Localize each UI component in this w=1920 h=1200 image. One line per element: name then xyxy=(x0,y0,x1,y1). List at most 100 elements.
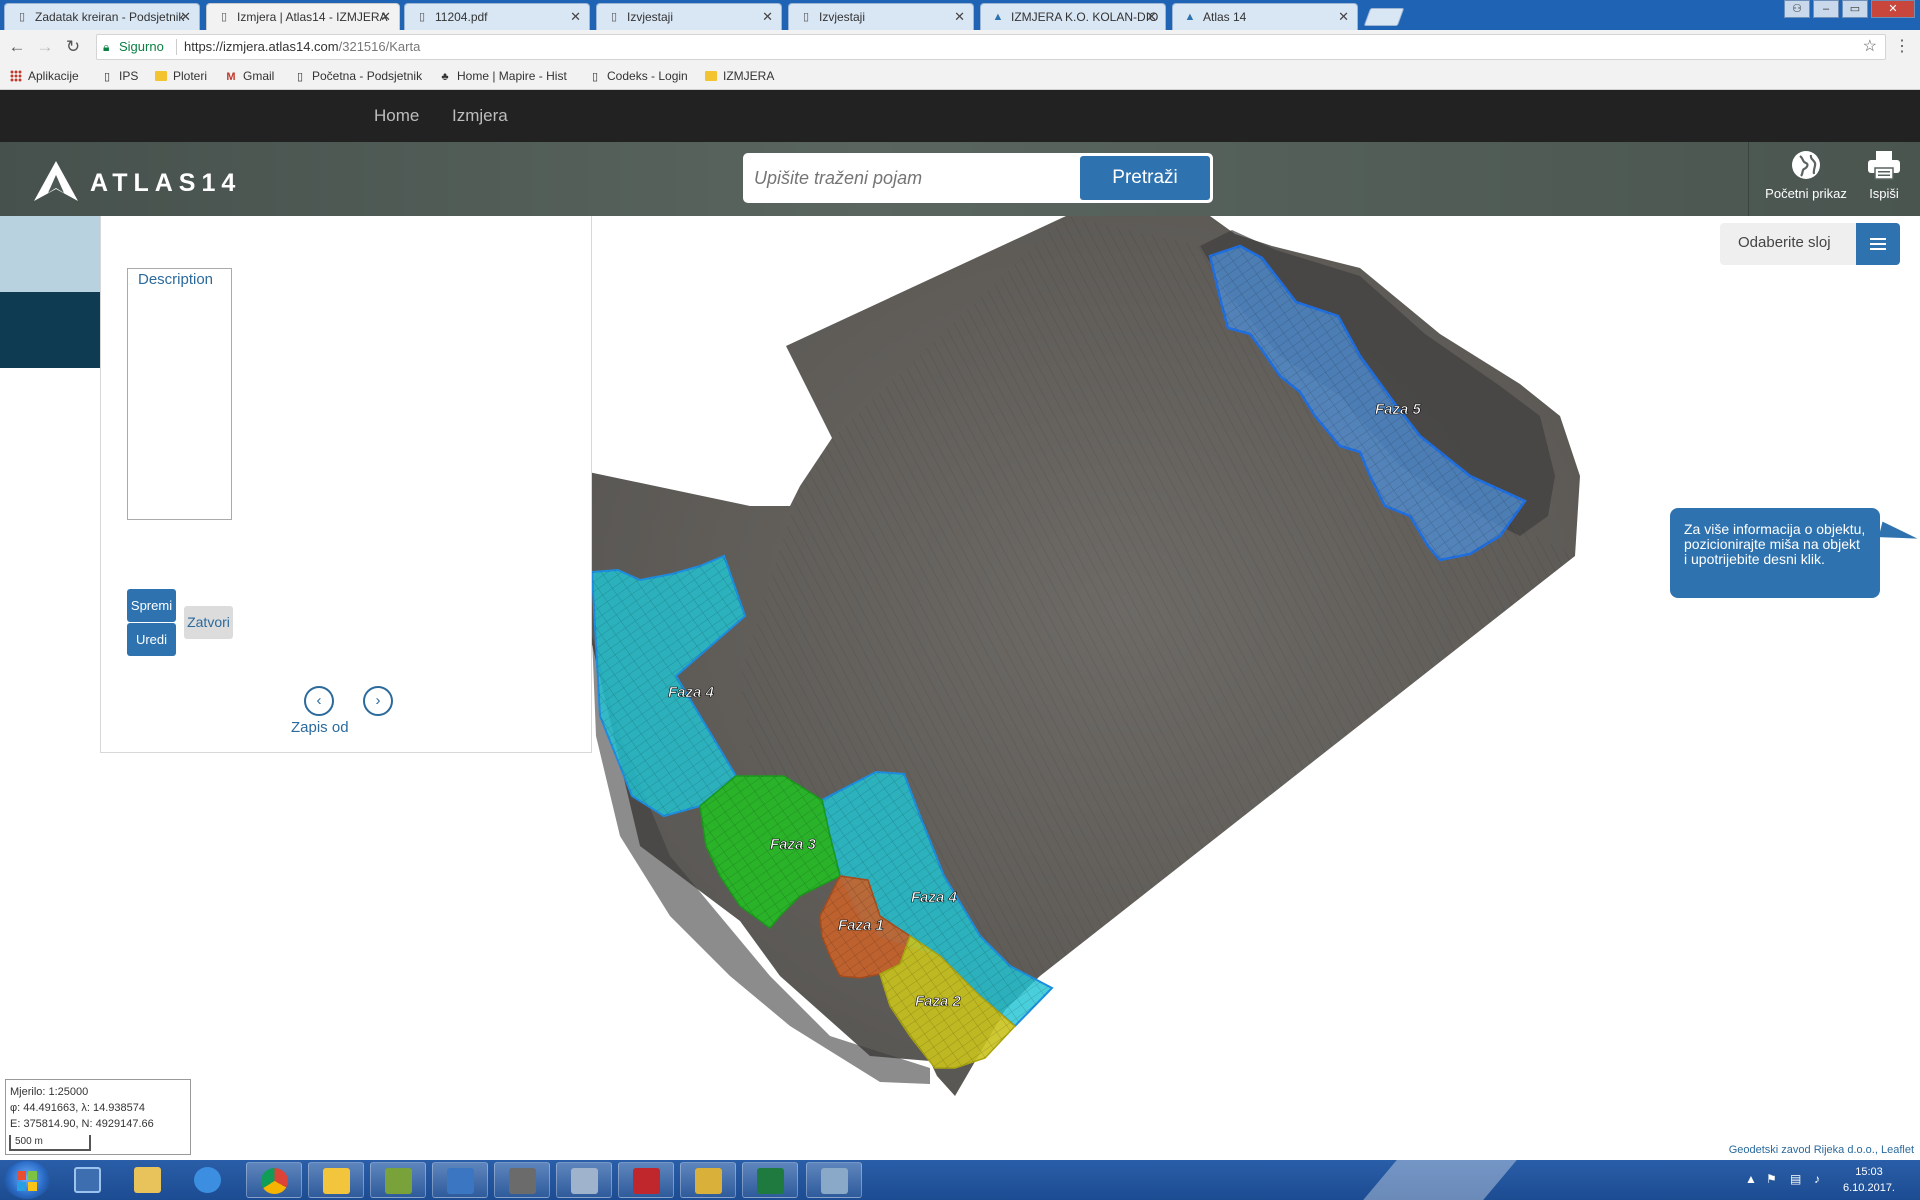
bookmark-star-icon[interactable]: ☆ xyxy=(1863,35,1877,59)
taskbar-app[interactable] xyxy=(556,1162,612,1198)
close-icon[interactable]: ✕ xyxy=(380,4,391,30)
label-faza-2: Faza 2 xyxy=(915,993,962,1010)
back-arrow-icon[interactable]: ← xyxy=(6,36,28,58)
close-icon[interactable]: ✕ xyxy=(762,4,773,30)
search-button[interactable]: Pretraži xyxy=(1080,156,1210,200)
printer-icon xyxy=(1868,151,1900,180)
search-box: Pretraži xyxy=(743,153,1213,203)
page-icon: ▯ xyxy=(296,71,304,83)
layer-selector[interactable]: Odaberite sloj xyxy=(1720,223,1900,265)
browser-tab[interactable]: ▲ Atlas 14 ✕ xyxy=(1172,3,1358,30)
reload-icon[interactable]: ↻ xyxy=(62,36,84,58)
taskbar-app[interactable] xyxy=(432,1162,488,1198)
home-view-label: Početni prikaz xyxy=(1765,186,1847,201)
print-button[interactable]: Ispiši xyxy=(1860,150,1908,201)
chevron-left-icon[interactable]: ‹ xyxy=(304,686,334,716)
label-faza-4-east: Faza 4 xyxy=(911,889,958,906)
doc-icon: ▯ xyxy=(610,11,618,23)
bookmark-ploteri[interactable]: Ploteri xyxy=(155,69,207,83)
browser-tab-active[interactable]: ▯ Izmjera | Atlas14 - IZMJERA ✕ xyxy=(206,3,400,31)
site-nav-bar: Home Izmjera xyxy=(0,90,1920,142)
map-attribution[interactable]: Geodetski zavod Rijeka d.o.o., Leaflet xyxy=(1729,1144,1914,1156)
tab-title: Izvjestaji xyxy=(627,10,674,24)
atlas-icon: ▲ xyxy=(992,11,1004,23)
browser-tab[interactable]: ▯ Zadatak kreiran - Podsjetnik ✕ xyxy=(4,3,200,30)
bookmark-mapire[interactable]: ♣ Home | Mapire - Hist xyxy=(438,69,566,83)
mapire-icon: ♣ xyxy=(441,71,449,83)
layer-selector-label: Odaberite sloj xyxy=(1738,234,1831,251)
forward-arrow-icon[interactable]: → xyxy=(34,36,56,58)
taskbar-show-desktop[interactable] xyxy=(60,1162,116,1198)
new-tab-button[interactable] xyxy=(1363,8,1405,26)
bookmark-gmail[interactable]: M Gmail xyxy=(224,69,274,83)
taskbar-app[interactable] xyxy=(806,1162,862,1198)
scale-bar: 500 m xyxy=(9,1135,91,1151)
app-icon xyxy=(695,1168,722,1194)
print-label: Ispiši xyxy=(1869,186,1899,201)
url-field[interactable]: 🔒︎ Sigurno https://izmjera.atlas14.com/3… xyxy=(96,34,1886,60)
taskbar-chrome[interactable] xyxy=(246,1162,302,1198)
nav-home-link[interactable]: Home xyxy=(374,106,419,126)
bookmark-podsjetnik[interactable]: ▯ Početna - Podsjetnik xyxy=(293,69,422,83)
gmail-icon: M xyxy=(226,71,236,83)
taskbar-app[interactable] xyxy=(494,1162,550,1198)
record-label: Zapis od xyxy=(291,719,349,736)
user-profile-icon[interactable]: ⚇ xyxy=(1784,0,1810,18)
globe-icon xyxy=(1792,151,1820,179)
close-icon[interactable]: ✕ xyxy=(1146,4,1157,30)
close-icon[interactable]: ✕ xyxy=(954,4,965,30)
edit-button[interactable]: Uredi xyxy=(127,623,176,656)
close-window-button[interactable]: ✕ xyxy=(1871,0,1915,18)
hamburger-menu-icon[interactable] xyxy=(1856,223,1900,265)
tray-expand-icon[interactable]: ▲ xyxy=(1745,1172,1757,1186)
chevron-right-icon[interactable]: › xyxy=(363,686,393,716)
nav-izmjera-link[interactable]: Izmjera xyxy=(452,106,508,126)
browser-tab[interactable]: ▯ Izvjestaji ✕ xyxy=(788,3,974,30)
doc-icon: ▯ xyxy=(220,11,228,23)
scale-info-box: Mjerilo: 1:25000 φ: 44.491663, λ: 14.938… xyxy=(5,1079,191,1155)
clock-time: 15:03 xyxy=(1855,1166,1883,1178)
bookmarks-bar: Aplikacije ▯ IPS Ploteri M Gmail ▯ Početna … xyxy=(0,64,1920,90)
taskbar-app[interactable] xyxy=(680,1162,736,1198)
taskbar-explorer[interactable] xyxy=(120,1162,176,1198)
taskbar-app[interactable] xyxy=(370,1162,426,1198)
taskbar-outlook[interactable] xyxy=(308,1162,364,1198)
description-box[interactable]: Description xyxy=(127,268,232,520)
flag-icon[interactable]: ⚑ xyxy=(1766,1172,1777,1186)
minimize-button[interactable]: – xyxy=(1813,0,1839,18)
browser-menu-icon[interactable]: ⋮ xyxy=(1894,36,1910,56)
header-divider xyxy=(1748,142,1749,216)
url-text: https://izmjera.atlas14.com/321516/Karta xyxy=(184,39,421,54)
autocad-icon xyxy=(633,1168,660,1194)
taskbar-ie[interactable] xyxy=(180,1162,236,1198)
bookmark-izmjera[interactable]: IZMJERA xyxy=(705,69,774,83)
maximize-button[interactable]: ▭ xyxy=(1842,0,1868,18)
close-icon[interactable]: ✕ xyxy=(180,4,191,30)
close-icon[interactable]: ✕ xyxy=(570,4,581,30)
taskbar-excel[interactable] xyxy=(742,1162,798,1198)
start-button[interactable] xyxy=(4,1161,50,1199)
volume-icon[interactable]: ♪ xyxy=(1814,1172,1820,1186)
network-icon[interactable]: ▤ xyxy=(1790,1172,1801,1186)
close-icon[interactable]: ✕ xyxy=(1338,4,1349,30)
label-faza-3: Faza 3 xyxy=(770,836,817,853)
home-view-button[interactable]: Početni prikaz xyxy=(1760,150,1852,201)
folder-icon xyxy=(155,71,167,81)
browser-tab[interactable]: ▯ 11204.pdf ✕ xyxy=(404,3,590,30)
search-input[interactable] xyxy=(746,156,1082,200)
taskbar-autocad[interactable] xyxy=(618,1162,674,1198)
bookmark-apps[interactable]: Aplikacije xyxy=(10,69,79,83)
taskbar-clock[interactable]: 15:03 6.10.2017. xyxy=(1836,1164,1902,1196)
label-faza-5: Faza 5 xyxy=(1375,401,1422,418)
map-view[interactable]: Faza 5 Faza 4 Faza 4 Faza 3 Faza 1 Faza … xyxy=(0,216,1920,1160)
sidebar-tab-light[interactable] xyxy=(0,216,100,292)
atlas14-logo[interactable]: ATLAS14 xyxy=(34,161,235,201)
bookmark-codeks[interactable]: ▯ Codeks - Login xyxy=(588,69,688,83)
bookmark-ips[interactable]: ▯ IPS xyxy=(100,69,138,83)
close-button[interactable]: Zatvori xyxy=(184,606,233,639)
sidebar-tab-dark[interactable] xyxy=(0,292,100,368)
browser-tab[interactable]: ▲ IZMJERA K.O. KOLAN-DIO ✕ xyxy=(980,3,1166,30)
browser-tab[interactable]: ▯ Izvjestaji ✕ xyxy=(596,3,782,30)
save-button[interactable]: Spremi xyxy=(127,589,176,622)
logo-text: ATLAS14 xyxy=(90,169,242,197)
